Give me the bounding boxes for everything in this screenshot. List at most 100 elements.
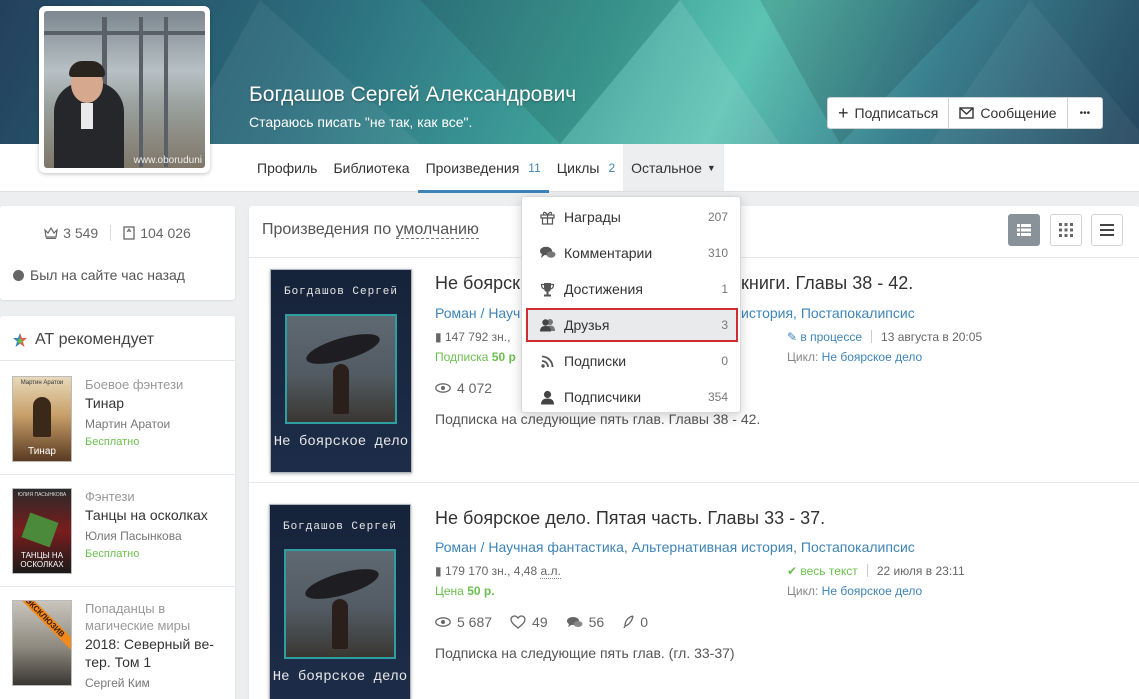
tab-cycles[interactable]: Циклы 2 [549,144,623,191]
heart-icon [510,615,526,629]
menu-item-comments[interactable]: Комментарии 310 [528,238,736,268]
rating-stat: 3 549 [44,225,98,241]
tab-library[interactable]: Библиотека [325,144,417,191]
book-cover[interactable]: ЭКСКЛЮЗИВ [12,600,72,686]
sort-selector[interactable]: Произведения по умолчанию [262,221,479,239]
tab-works[interactable]: Произведения 11 [417,144,549,193]
book-cover[interactable]: ЮЛИЯ ПАСЫНКОВА ТАНЦЫ НА ОСКОЛКАХ [12,488,72,574]
work-size: ▮ 147 792 зн., [435,330,511,344]
work-genres[interactable]: Роман / Научн [435,305,528,321]
users-icon [539,319,555,332]
book-size-icon: ▮ [435,564,445,578]
book-size-icon: ▮ [435,330,445,344]
views-stat: 104 026 [123,225,191,241]
rec-title[interactable]: Тинар [85,394,183,412]
likes-count[interactable]: 49 [510,614,548,630]
work-price: Цена 50 р. [435,584,495,598]
views-count: 5 687 [435,614,492,630]
genre-link[interactable]: Альтернативная история [632,539,793,555]
rec-genre[interactable]: Попаданцы в магические миры [85,600,205,634]
grid-icon [1059,223,1073,237]
caret-down-icon: ▼ [706,162,716,173]
tab-more[interactable]: Остальное ▼ [623,144,724,191]
work-title[interactable]: Не боярск книги. Главы 38 - 42. [435,273,913,294]
work-size: ▮ 179 170 зн., 4,48 а.л. [435,564,561,579]
tab-count: 2 [608,160,616,175]
view-list-button[interactable] [1008,214,1040,246]
work-stats: 4 072 [435,380,492,396]
work-description: Подписка на следующие пять глав. Главы 3… [435,411,761,427]
book-cover[interactable]: Мартин Аратои Тинар [12,376,72,462]
view-compact-button[interactable] [1091,214,1123,246]
profile-actions: + Подписаться Сообщение ••• [827,97,1104,129]
rec-title[interactable]: 2018: Северный ве-тер. Том 1 [85,635,220,671]
avatar[interactable]: www.oboruduni [39,6,210,173]
book-cover[interactable]: Богдашов Сергей Не боярское дело [270,269,412,473]
exclusive-badge: ЭКСКЛЮЗИВ [13,601,71,657]
rec-author[interactable]: Мартин Аратои [85,417,183,431]
more-dropdown-menu: Награды 207 Комментарии 310 Достижения 1 Др… [521,196,741,413]
sidebar-recommend-card: АТ рекомендует Мартин Аратои Тинар Боево… [0,316,235,699]
user-icon [540,390,554,404]
envelope-icon [959,107,975,119]
recommend-item[interactable]: ЮЛИЯ ПАСЫНКОВА ТАНЦЫ НА ОСКОЛКАХ Фэнтези… [12,488,208,574]
rec-genre[interactable]: Боевое фэнтези [85,376,183,393]
work-title[interactable]: Не боярское дело. Пятая часть. Главы 33 … [435,508,825,529]
genre-link[interactable]: Постапокалипсис [801,539,915,555]
rec-author[interactable]: Сергей Ким [85,676,220,690]
rewards-count[interactable]: 0 [622,614,648,630]
menu-item-subscribers[interactable]: Подписчики 354 [528,382,736,412]
message-button[interactable]: Сообщение [949,98,1068,128]
menu-lines-icon [1100,224,1114,236]
list-details-icon [1017,224,1031,236]
work-genres: Роман / Научная фантастика, Альтернативн… [435,539,915,555]
sidebar-stats-card: 3 549 104 026 Был на сайте час назад [0,206,235,300]
view-grid-button[interactable] [1050,214,1082,246]
subscribe-button[interactable]: + Подписаться [828,98,950,128]
genre-link[interactable]: Роман [435,539,477,555]
genre-link[interactable]: Научная фантастика [488,539,624,555]
menu-item-friends[interactable]: Друзья 3 [526,308,738,342]
recommend-item[interactable]: Мартин Аратои Тинар Боевое фэнтези Тинар… [12,376,183,462]
menu-item-achievements[interactable]: Достижения 1 [528,274,736,304]
work-genres-end[interactable]: история, Постапокалипсис [741,305,915,321]
rec-price: Бесплатно [85,548,140,560]
tab-profile[interactable]: Профиль [249,144,325,191]
work-status: ✎ в процессе 13 августа в 20:05 [787,330,983,344]
menu-item-subscriptions[interactable]: Подписки 0 [528,346,736,376]
rec-title[interactable]: Танцы на осколках [85,506,208,524]
sort-value[interactable]: умолчанию [395,221,479,239]
crown-icon [44,227,59,239]
check-icon: ✔ [787,564,801,578]
more-actions-button[interactable]: ••• [1068,98,1103,128]
status-dot [13,270,24,281]
profile-status: Стараюсь писать "не так, как все". [249,114,473,130]
feather-icon [623,615,634,629]
gift-icon [539,211,555,225]
recommend-title: АТ рекомендует [12,331,154,349]
eye-icon [435,617,451,627]
cycle-link[interactable]: Не боярское дело [822,350,923,364]
rec-price: Бесплатно [85,436,140,448]
book-icon [123,226,135,240]
trophy-icon [540,282,554,296]
work-description: Подписка на следующие пять глав. (гл. 33… [435,645,735,661]
work-cycle: Цикл: Не боярское дело [787,584,923,598]
colorful-star-icon [13,333,27,347]
work-cycle: Цикл: Не боярское дело [787,350,923,364]
recommend-item[interactable]: ЭКСКЛЮЗИВ Попаданцы в магические миры 20… [12,600,220,690]
menu-item-awards[interactable]: Награды 207 [528,202,736,232]
comments-count[interactable]: 56 [566,614,604,630]
profile-tabs: Профиль Библиотека Произведения 11 Циклы 2… [249,144,724,193]
pencil-icon: ✎ [787,330,801,344]
comments-icon [539,246,555,258]
book-cover[interactable]: Богдашов Сергей Не боярское дело [269,504,411,699]
rss-icon [540,355,553,368]
profile-name: Богдашов Сергей Александрович [249,83,577,106]
work-price: Подписка 50 р [435,350,516,364]
comments-icon [566,616,583,627]
rec-genre[interactable]: Фэнтези [85,488,208,505]
rec-author[interactable]: Юлия Пасынкова [85,529,208,543]
tab-count: 11 [528,160,541,175]
cycle-link[interactable]: Не боярское дело [822,584,923,598]
